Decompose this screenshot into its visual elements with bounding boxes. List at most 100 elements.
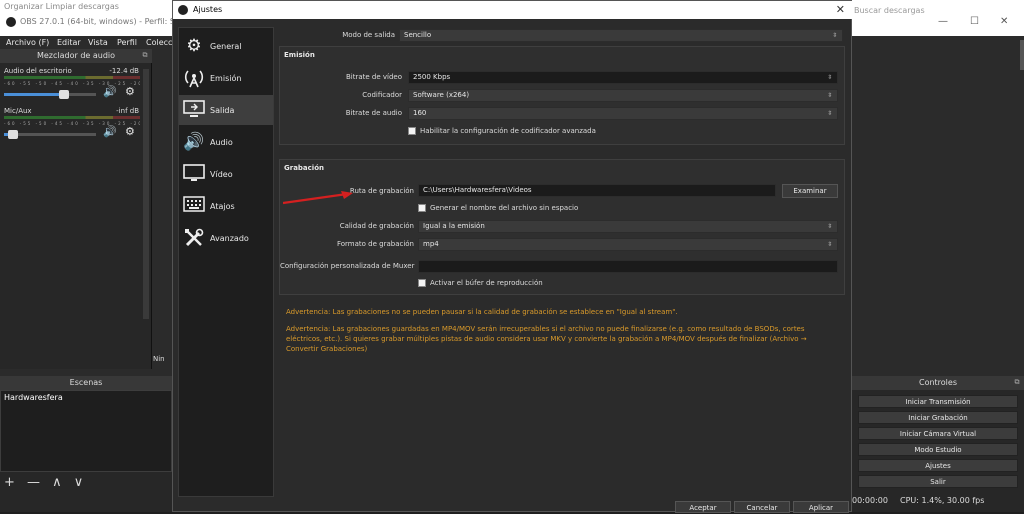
mixer-scrollbar[interactable]	[143, 69, 149, 319]
accept-button[interactable]: Aceptar	[675, 501, 731, 513]
category-label: Audio	[210, 138, 233, 147]
start-stream-button[interactable]: Iniciar Transmisión	[858, 395, 1018, 408]
track-db: -inf dB	[116, 107, 139, 115]
replay-buffer-checkbox[interactable]	[418, 279, 426, 287]
status-cpu: CPU: 1.4%, 30.00 fps	[900, 496, 985, 505]
encoder-select[interactable]: Software (x264) ⇳	[408, 89, 838, 102]
studio-mode-button[interactable]: Modo Estudio	[858, 443, 1018, 456]
updown-arrows-icon: ⇳	[827, 241, 833, 248]
maximize-icon[interactable]: ☐	[970, 16, 979, 27]
volume-slider-knob[interactable]	[59, 90, 69, 99]
grabacion-group: Grabación Ruta de grabación C:\Users\Har…	[279, 159, 845, 295]
output-settings-panel: Modo de salida Sencillo ⇳ Emisión Bitrat…	[279, 27, 845, 497]
scenes-header: Escenas	[0, 376, 172, 390]
display-icon	[183, 164, 205, 184]
apply-button[interactable]: Aplicar	[793, 501, 849, 513]
video-bitrate-spinbox[interactable]: 2500 Kbps ⇳	[408, 71, 838, 84]
updown-arrows-icon: ⇳	[832, 32, 838, 39]
replay-buffer-label: Activar el búfer de reproducción	[430, 279, 543, 287]
obs-logo-icon	[178, 5, 188, 15]
grabacion-group-title: Grabación	[284, 164, 324, 172]
spin-arrows-icon[interactable]: ⇳	[825, 72, 835, 83]
menu-archivo[interactable]: Archivo (F)	[6, 38, 49, 47]
dialog-title: Ajustes	[193, 5, 223, 14]
category-label: Avanzado	[210, 234, 249, 243]
right-scrollbar[interactable]	[1020, 40, 1024, 70]
antenna-icon	[183, 68, 205, 88]
meter-ticks: -60 -55 -50 -45 -40 -35 -30 -25 -20 -15 …	[4, 121, 140, 126]
category-label: General	[210, 42, 242, 51]
settings-category-list: ⚙ General Emisión Salida 🔊 Audio Vídeo A…	[178, 27, 274, 497]
emision-group-title: Emisión	[284, 51, 315, 59]
monitor-output-icon	[183, 100, 205, 120]
category-avanzado[interactable]: Avanzado	[179, 223, 273, 253]
category-audio[interactable]: 🔊 Audio	[179, 127, 273, 157]
recording-format-label: Formato de grabación	[336, 240, 414, 248]
right-title-bar: Buscar descargas — ☐ ✕	[852, 0, 1024, 36]
output-mode-select[interactable]: Sencillo ⇳	[399, 29, 843, 42]
scenes-dock: Escenas Hardwaresfera + — ∧ ∨	[0, 376, 172, 512]
meter-ticks: -60 -55 -50 -45 -40 -35 -30 -25 -20 -15 …	[4, 81, 140, 86]
audio-bitrate-label: Bitrate de audio	[345, 109, 402, 117]
cancel-button[interactable]: Cancelar	[734, 501, 790, 513]
speaker-icon[interactable]: 🔊	[103, 125, 117, 138]
audio-bitrate-value: 160	[413, 109, 427, 117]
menu-vista[interactable]: Vista	[88, 38, 108, 47]
settings-button[interactable]: Ajustes	[858, 459, 1018, 472]
category-label: Salida	[210, 106, 235, 115]
scene-item[interactable]: Hardwaresfera	[4, 393, 63, 402]
encoder-value: Software (x264)	[413, 91, 470, 99]
category-label: Atajos	[210, 202, 235, 211]
start-recording-button[interactable]: Iniciar Grabación	[858, 411, 1018, 424]
scene-toolbar[interactable]: + — ∧ ∨	[4, 475, 87, 490]
category-label: Emisión	[210, 74, 242, 83]
speaker-icon[interactable]: 🔊	[103, 85, 117, 98]
output-mode-value: Sencillo	[404, 31, 432, 39]
updown-arrows-icon: ⇳	[827, 92, 833, 99]
warning-pause: Advertencia: Las grabaciones no se puede…	[286, 308, 678, 316]
dock-float-icon[interactable]: ⧉	[1013, 378, 1021, 386]
updown-arrows-icon: ⇳	[827, 110, 833, 117]
category-video[interactable]: Vídeo	[179, 159, 273, 189]
encoder-label: Codificador	[362, 91, 402, 99]
emision-group: Emisión Bitrate de vídeo 2500 Kbps ⇳ Cod…	[279, 46, 845, 145]
volume-slider[interactable]	[4, 90, 96, 99]
menu-editar[interactable]: Editar	[57, 38, 81, 47]
scenes-title: Escenas	[69, 378, 103, 387]
keyboard-icon	[183, 196, 205, 216]
category-emision[interactable]: Emisión	[179, 63, 273, 93]
controls-dock: Controles ⧉ Iniciar Transmisión Iniciar …	[852, 376, 1024, 512]
gear-icon[interactable]: ⚙	[125, 125, 135, 138]
recording-path-input[interactable]: C:\Users\Hardwaresfera\Videos	[418, 184, 776, 197]
no-space-filename-checkbox[interactable]	[418, 204, 426, 212]
start-virtualcam-button[interactable]: Iniciar Cámara Virtual	[858, 427, 1018, 440]
gear-icon[interactable]: ⚙	[125, 85, 135, 98]
dock-float-icon[interactable]: ⧉	[141, 51, 149, 59]
volume-slider[interactable]	[4, 130, 96, 139]
browser-menu-hint: Organizar Limpiar descargas	[4, 2, 119, 11]
category-general[interactable]: ⚙ General	[179, 31, 273, 61]
category-atajos[interactable]: Atajos	[179, 191, 273, 221]
exit-button[interactable]: Salir	[858, 475, 1018, 488]
close-icon[interactable]: ✕	[1000, 16, 1008, 27]
close-icon[interactable]: ✕	[836, 3, 845, 16]
category-salida[interactable]: Salida	[179, 95, 273, 125]
menu-colecciones[interactable]: Colecc	[146, 38, 172, 47]
advanced-encoder-checkbox[interactable]	[408, 127, 416, 135]
recording-quality-select[interactable]: Igual a la emisión ⇳	[418, 220, 838, 233]
dialog-title-bar: Ajustes ✕	[173, 1, 853, 19]
minimize-icon[interactable]: —	[938, 16, 948, 27]
track-name: Mic/Aux	[4, 107, 32, 115]
tools-icon	[183, 228, 205, 248]
output-mode-label: Modo de salida	[342, 31, 395, 39]
browse-button[interactable]: Examinar	[782, 184, 838, 198]
volume-slider-knob[interactable]	[8, 130, 18, 139]
recording-format-select[interactable]: mp4 ⇳	[418, 238, 838, 251]
mixer-title: Mezclador de audio	[36, 51, 116, 60]
audio-bitrate-select[interactable]: 160 ⇳	[408, 107, 838, 120]
video-bitrate-label: Bitrate de vídeo	[345, 73, 402, 81]
muxer-settings-label: Configuración personalizada de Muxer	[280, 262, 415, 270]
menu-perfil[interactable]: Perfil	[117, 38, 137, 47]
audio-mixer-dock: Mezclador de audio ⧉ Audio del escritori…	[0, 49, 152, 369]
muxer-settings-input[interactable]	[418, 260, 838, 273]
